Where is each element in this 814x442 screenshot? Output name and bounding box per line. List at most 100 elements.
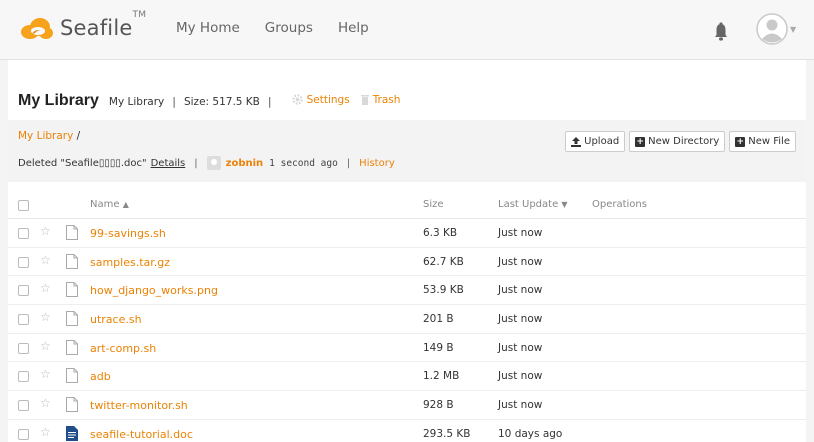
file-last-update: Just now [498,227,543,239]
top-bar: SeafileTM My Home Groups Help ▼ [0,0,814,60]
row-checkbox[interactable] [18,228,29,239]
settings-link[interactable]: Settings [291,94,350,106]
column-name-header[interactable]: Name ▲ [90,199,129,210]
table-row[interactable]: ☆ how_django_works.png 53.9 KB Just now [8,276,806,306]
file-name-link[interactable]: utrace.sh [90,313,142,326]
seafile-logo-icon [21,18,53,39]
file-size: 201 B [423,313,454,326]
table-row[interactable]: ☆ utrace.sh 201 B Just now [8,305,806,334]
plus-square-icon: + [735,136,746,147]
directory-panel: My Library / Deleted "Seafile▯▯▯▯.doc" D… [8,120,806,182]
column-operations-header: Operations [592,199,647,210]
row-checkbox[interactable] [18,400,29,412]
details-link[interactable]: Details [151,158,186,169]
plus-square-icon: + [635,136,646,147]
file-last-update: 10 days ago [498,427,563,440]
separator: | [267,95,272,108]
file-name-link[interactable]: adb [90,370,111,383]
file-table: Name ▲ Size Last Update ▼ Operations ☆ 99… [8,191,806,442]
file-size: 62.7 KB [423,255,464,268]
table-row[interactable]: ☆ 99-savings.sh 6.3 KB Just now [8,219,806,248]
table-row[interactable]: ☆ adb 1.2 MB Just now [8,362,806,392]
select-all-checkbox[interactable] [18,200,29,211]
row-checkbox[interactable] [18,285,29,297]
table-row[interactable]: ☆ seafile-tutorial.doc 293.5 KB 10 days ago [8,420,806,442]
column-update-header[interactable]: Last Update ▼ [498,199,568,210]
file-size: 1.2 MB [423,370,460,383]
row-checkbox[interactable] [18,314,29,326]
delete-message: Deleted "Seafile▯▯▯▯.doc" [18,157,147,169]
notification-bell-icon[interactable] [713,22,729,42]
file-name-link[interactable]: 99-savings.sh [90,227,166,240]
trademark: TM [132,10,147,20]
star-icon[interactable]: ☆ [40,224,51,238]
file-name-link[interactable]: samples.tar.gz [90,256,170,269]
file-size: 53.9 KB [423,284,464,297]
file-size: 928 B [423,399,454,412]
star-icon[interactable]: ☆ [40,396,51,410]
file-icon [66,368,78,384]
file-name-link[interactable]: seafile-tutorial.doc [90,428,193,441]
star-icon[interactable]: ☆ [40,281,51,295]
file-icon [66,311,78,327]
file-size: 149 B [423,341,454,354]
file-icon [66,282,78,298]
new-directory-button[interactable]: + New Directory [629,131,726,152]
library-size: Size: 517.5 KB [183,96,260,108]
breadcrumb-my-library[interactable]: My Library [18,130,73,142]
row-checkbox[interactable] [18,428,29,440]
upload-icon [571,136,582,147]
separator: | [346,157,351,169]
sort-desc-icon: ▼ [561,200,568,209]
file-size: 6.3 KB [423,227,458,239]
file-last-update: Just now [498,255,543,268]
table-row[interactable]: ☆ art-comp.sh 149 B Just now [8,334,806,363]
gear-icon [291,94,303,105]
doc-file-icon [66,425,78,441]
nav-help[interactable]: Help [338,20,369,36]
upload-button[interactable]: Upload [565,131,626,152]
star-icon[interactable]: ☆ [40,310,51,324]
user-name[interactable]: zobnin [226,158,264,169]
new-file-button[interactable]: + New File [729,131,796,152]
file-name-link[interactable]: art-comp.sh [90,342,156,355]
table-row[interactable]: ☆ samples.tar.gz 62.7 KB Just now [8,248,806,277]
file-last-update: Just now [498,313,543,326]
library-name: My Library [108,96,165,108]
table-row[interactable]: ☆ twitter-monitor.sh 928 B Just now [8,391,806,420]
star-icon[interactable]: ☆ [40,339,51,353]
star-icon[interactable]: ☆ [40,425,51,439]
star-icon[interactable]: ☆ [40,367,51,381]
time-ago: 1 second ago [269,157,338,169]
file-list: ☆ 99-savings.sh 6.3 KB Just now ☆ samples.tar… [8,219,806,442]
seafile-logo[interactable]: SeafileTM [18,10,146,46]
avatar-dropdown-caret-icon[interactable]: ▼ [790,25,796,34]
table-header: Name ▲ Size Last Update ▼ Operations [8,191,806,219]
nav-groups[interactable]: Groups [265,20,313,36]
breadcrumb: My Library / [18,130,80,142]
user-avatar-icon[interactable] [756,13,788,45]
file-last-update: Just now [498,341,543,354]
nav-my-home[interactable]: My Home [176,20,240,36]
toolbar: Upload + New Directory + New File [565,131,796,152]
star-icon[interactable]: ☆ [40,253,51,267]
row-checkbox[interactable] [18,256,29,268]
file-last-update: Just now [498,284,543,297]
trash-icon [360,95,369,105]
file-icon [66,225,78,240]
row-checkbox[interactable] [18,342,29,354]
file-name-link[interactable]: twitter-monitor.sh [90,399,188,412]
separator: | [194,157,198,169]
column-size-header[interactable]: Size [423,199,444,210]
file-last-update: Just now [498,399,543,412]
activity-message: Deleted "Seafile▯▯▯▯.doc" Details | zobn… [18,156,395,170]
file-icon [66,397,78,413]
file-last-update: Just now [498,370,543,383]
file-name-link[interactable]: how_django_works.png [90,284,218,297]
history-link[interactable]: History [359,158,395,169]
file-size: 293.5 KB [423,427,471,440]
library-header: My Library My Library | Size: 517.5 KB |… [18,92,400,110]
row-checkbox[interactable] [18,371,29,383]
user-avatar [206,156,221,170]
trash-link[interactable]: Trash [360,94,400,106]
